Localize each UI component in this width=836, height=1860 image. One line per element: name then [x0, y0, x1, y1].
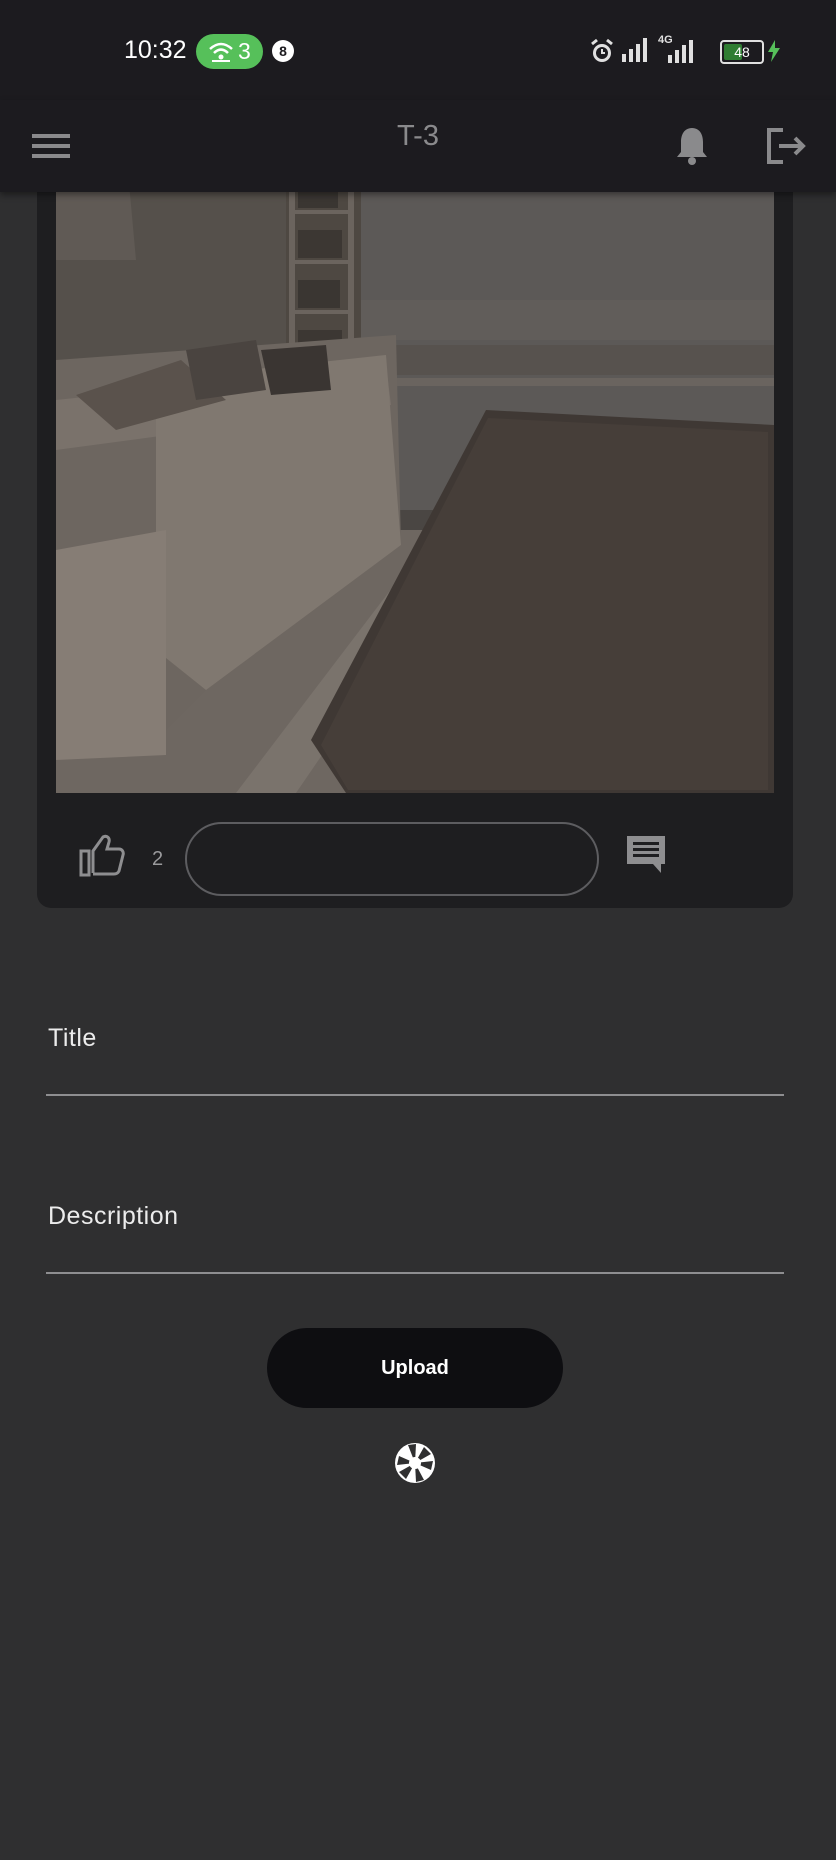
- status-bar: 10:32 3 8 4G 48: [0, 0, 836, 100]
- like-count: 2: [152, 848, 164, 870]
- upload-button[interactable]: Upload: [267, 1328, 563, 1408]
- comment-input[interactable]: [185, 822, 599, 896]
- battery-indicator: 48: [720, 40, 764, 64]
- notifications-button[interactable]: [664, 118, 720, 174]
- comment-icon: [627, 836, 665, 873]
- title-field[interactable]: Title: [46, 990, 784, 1096]
- post-image: [56, 150, 774, 793]
- send-comment-button[interactable]: [625, 834, 667, 879]
- hotspot-count: 3: [238, 38, 251, 64]
- like-button[interactable]: [79, 833, 125, 882]
- title-label: Title: [48, 1024, 97, 1052]
- wifi-hotspot-icon: [209, 42, 233, 62]
- status-icons: 4G 48: [590, 34, 780, 66]
- notification-count-badge: 8: [272, 40, 294, 62]
- logout-button[interactable]: [758, 118, 814, 174]
- thumbs-up-icon: [79, 834, 125, 877]
- post-card: 2: [37, 150, 793, 908]
- battery-level: 48: [734, 44, 750, 60]
- alarm-icon: [591, 38, 613, 62]
- signal-4g-icon: [668, 40, 693, 63]
- living-room-photo: [56, 150, 774, 793]
- signal-icon: [622, 38, 647, 62]
- hotspot-indicator: 3: [196, 34, 263, 69]
- description-label: Description: [48, 1202, 179, 1230]
- camera-aperture-icon: [395, 1443, 435, 1483]
- app-bar: T-3: [0, 100, 836, 192]
- bell-icon: [677, 128, 707, 165]
- logout-icon: [767, 128, 806, 164]
- charging-bolt-icon: [768, 40, 780, 62]
- status-time: 10:32: [124, 36, 187, 64]
- description-field[interactable]: Description: [46, 1168, 784, 1274]
- camera-button[interactable]: [394, 1442, 436, 1484]
